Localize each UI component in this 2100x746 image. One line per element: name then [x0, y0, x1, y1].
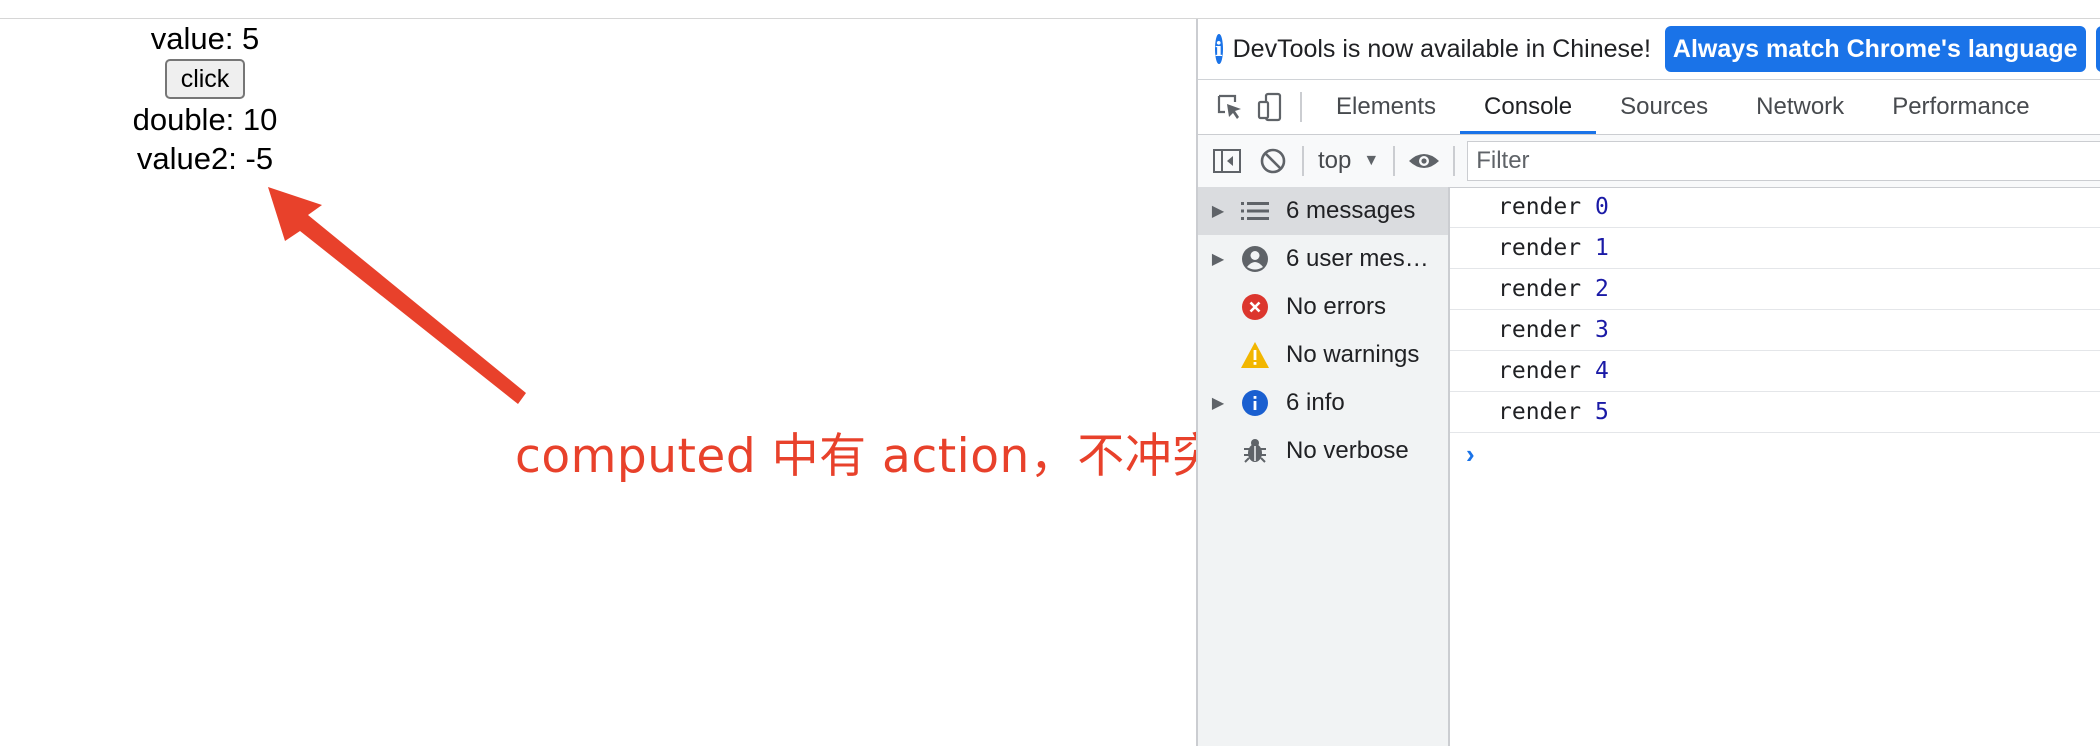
sidebar-item-warnings[interactable]: No warnings: [1198, 331, 1448, 379]
inspect-element-icon[interactable]: [1210, 80, 1250, 134]
console-log-row: render 4: [1450, 351, 2100, 392]
sidebar-item-info[interactable]: ▶ 6 info: [1198, 379, 1448, 427]
bug-icon: [1238, 437, 1272, 465]
filter-input[interactable]: Filter: [1467, 141, 2100, 181]
sidebar-item-messages[interactable]: ▶ 6 messages: [1198, 187, 1448, 235]
console-log-row: render 1: [1450, 228, 2100, 269]
context-selector[interactable]: top ▼: [1310, 147, 1387, 175]
console-log-row: render 0: [1450, 187, 2100, 228]
console-log-row: render 2: [1450, 269, 2100, 310]
expand-triangle-icon: ▶: [1211, 251, 1225, 268]
console-sidebar: ▶ 6 messages ▶ 6 user mes… No errors No …: [1198, 187, 1450, 746]
always-match-language-button[interactable]: Always match Chrome's language: [1664, 26, 2086, 72]
tab-console[interactable]: Console: [1460, 80, 1597, 134]
sidebar-item-user-messages[interactable]: ▶ 6 user mes…: [1198, 235, 1448, 283]
console-toolbar: top ▼ Filter: [1198, 135, 2100, 188]
list-icon: [1238, 201, 1272, 221]
devtools-panel: i DevTools is now available in Chinese! …: [1196, 19, 2100, 746]
tab-network[interactable]: Network: [1732, 80, 1868, 134]
expand-triangle-icon: ▶: [1211, 203, 1225, 220]
live-expression-eye-icon[interactable]: [1401, 135, 1447, 187]
chevron-down-icon: ▼: [1363, 152, 1380, 169]
console-log-row: render 5: [1450, 392, 2100, 433]
page-viewport: value: 5 click double: 10 value2: -5 com…: [0, 19, 1220, 746]
console-prompt[interactable]: ›: [1450, 433, 2100, 475]
annotation-text: computed 中有 action，不冲突: [515, 429, 1220, 484]
infobar-message: DevTools is now available in Chinese!: [1232, 34, 1651, 63]
clear-console-icon[interactable]: [1250, 135, 1296, 187]
tab-performance[interactable]: Performance: [1868, 80, 2053, 134]
switch-language-button[interactable]: Sw: [2095, 26, 2100, 72]
console-log-row: render 3: [1450, 310, 2100, 351]
console-body: ▶ 6 messages ▶ 6 user mes… No errors No …: [1198, 187, 2100, 746]
devtools-tabbar: Elements Console Sources Network Perform…: [1198, 80, 2100, 135]
context-label: top: [1318, 147, 1352, 174]
annotation-arrow-icon: [268, 187, 526, 404]
info-icon: i: [1215, 34, 1223, 64]
error-icon: [1238, 293, 1272, 321]
user-icon: [1238, 245, 1272, 273]
device-toolbar-icon[interactable]: [1250, 80, 1290, 134]
sidebar-item-errors[interactable]: No errors: [1198, 283, 1448, 331]
warning-icon: [1238, 341, 1272, 369]
sidebar-toggle-icon[interactable]: [1204, 135, 1250, 187]
tab-sources[interactable]: Sources: [1596, 80, 1732, 134]
language-infobar: i DevTools is now available in Chinese! …: [1198, 19, 2100, 80]
sidebar-item-verbose[interactable]: No verbose: [1198, 427, 1448, 475]
info-icon: [1238, 389, 1272, 417]
console-messages: render 0 render 1 render 2 render 3 rend…: [1450, 187, 2100, 746]
tab-elements[interactable]: Elements: [1312, 80, 1460, 134]
expand-triangle-icon: ▶: [1211, 395, 1225, 412]
